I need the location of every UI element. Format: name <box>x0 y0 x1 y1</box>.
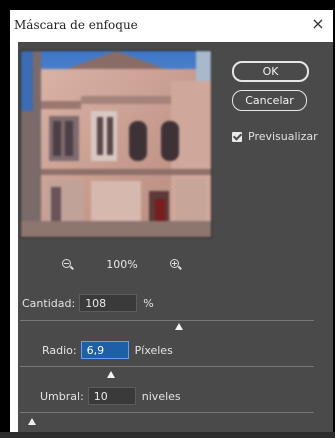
umbral-label: Umbral: <box>40 389 84 403</box>
zoom-in-icon[interactable] <box>169 258 182 271</box>
umbral-row: Umbral: 10 niveles <box>40 387 181 405</box>
radio-slider-track[interactable] <box>20 366 314 367</box>
cantidad-slider-thumb[interactable] <box>174 323 183 330</box>
preview-label: Previsualizar <box>248 130 318 143</box>
cantidad-row: Cantidad: 108 % <box>22 294 154 312</box>
radio-unit: Píxeles <box>134 343 173 357</box>
umbral-input[interactable]: 10 <box>87 387 136 405</box>
umbral-slider-thumb[interactable] <box>27 418 36 425</box>
cancel-button[interactable]: Cancelar <box>232 90 307 111</box>
preview-toggle[interactable]: Previsualizar <box>232 130 318 143</box>
close-icon[interactable]: × <box>309 15 327 33</box>
bottom-edge <box>0 432 335 438</box>
radio-label: Radio: <box>42 343 77 357</box>
dialog-window: Máscara de enfoque × OK Cancelar Previsu… <box>10 10 333 438</box>
title-bar: Máscara de enfoque × <box>10 10 333 42</box>
ok-button[interactable]: OK <box>232 61 309 82</box>
building-image <box>21 51 211 237</box>
umbral-unit: niveles <box>141 389 181 403</box>
cantidad-input[interactable]: 108 <box>79 294 138 312</box>
cantidad-slider-track[interactable] <box>20 320 314 321</box>
umbral-slider-track[interactable] <box>20 412 314 413</box>
preview-checkbox[interactable] <box>232 131 242 142</box>
zoom-controls: 100% <box>62 258 182 271</box>
cantidad-label: Cantidad: <box>22 296 76 310</box>
dialog-title: Máscara de enfoque <box>14 18 138 32</box>
dialog-body: OK Cancelar Previsualizar 100% Cantidad:… <box>18 42 333 438</box>
radio-slider-thumb[interactable] <box>107 371 116 378</box>
zoom-level: 100% <box>106 258 138 271</box>
preview-image[interactable] <box>20 50 212 238</box>
radio-input[interactable]: 6,9 <box>80 341 129 359</box>
zoom-out-icon[interactable] <box>62 258 74 271</box>
radio-row: Radio: 6,9 Píxeles <box>42 341 173 359</box>
cantidad-unit: % <box>143 296 154 310</box>
